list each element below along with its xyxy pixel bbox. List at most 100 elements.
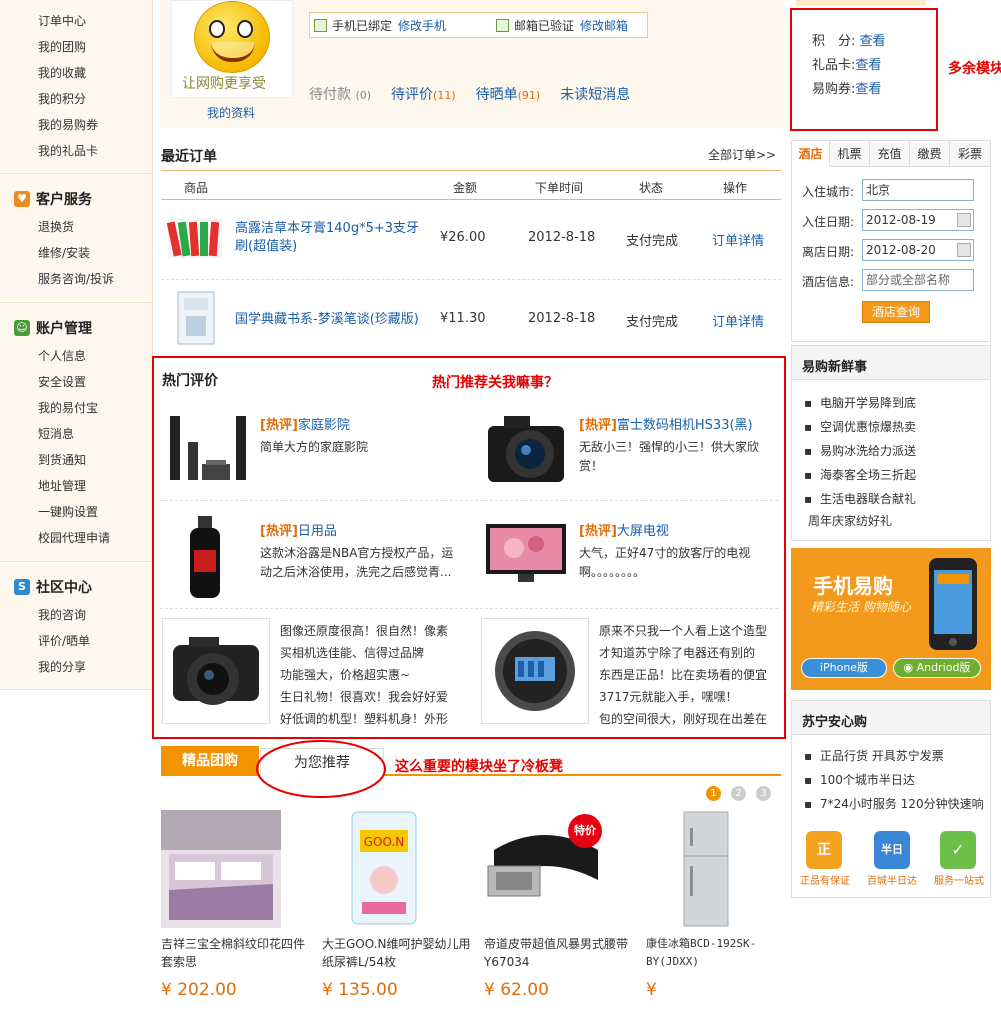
news-item[interactable]: ▪ 空调优惠惊爆热卖 [804,418,916,435]
camera-thumb [488,416,564,482]
pending-review[interactable]: 待评价(11) [391,84,456,104]
product-name[interactable]: 吉祥三宝全棉斜纹印花四件套索思 [161,935,311,971]
bedding-image [161,810,281,928]
book-thumb [177,291,215,345]
product-name[interactable]: 康佳冰箱BCD-192SK-BY(JDXX) [646,935,776,971]
page-dot-2[interactable]: 2 [731,786,746,801]
view-giftcard-link[interactable]: 查看 [855,58,881,73]
halfday-icon: 半日 [874,831,910,869]
order-price: ¥26.00 [440,230,486,245]
unread-messages[interactable]: 未读短消息 [560,84,630,104]
calendar-icon[interactable] [957,243,971,257]
order-product-link[interactable]: 高露洁草本牙膏140g*5+3支牙刷(超值装) [235,220,425,256]
review-product-image[interactable] [481,618,589,724]
checkin-input[interactable]: 2012-08-19 [862,209,974,231]
all-orders-link[interactable]: 全部订单>> [708,146,776,163]
hot-item-title[interactable]: [热评]日用品 [260,520,337,539]
recent-orders-title: 最近订单 [161,149,217,165]
news-promo-link[interactable]: 周年庆家纺好礼 [808,512,892,529]
nav-item-address[interactable]: 地址管理 [38,477,86,494]
page-dot-1[interactable]: 1 [706,786,721,801]
calendar-icon[interactable] [957,213,971,227]
change-phone-link[interactable]: 修改手机 [398,17,446,34]
email-status: 邮箱已验证 [514,18,575,33]
view-points-link[interactable]: 查看 [860,34,886,49]
hot-item-desc: 这款沐浴露是NBA官方授权产品，运动之后沐浴使用，洗完之后感觉青... [260,546,454,579]
nav-item-share[interactable]: 我的分享 [38,658,86,675]
news-item[interactable]: ▪ 电脑开学易降到底 [804,394,916,411]
tab-hotel[interactable]: 酒店 [792,141,830,167]
android-icon: ◉ [903,661,914,674]
view-coupon-link[interactable]: 查看 [855,82,881,97]
product-name[interactable]: 大王GOO.N维呵护婴幼儿用纸尿裤L/54枚 [322,935,472,971]
product-price: ¥ 202.00 [161,980,237,1000]
points-row: 积 分: 查看 [812,34,886,49]
review-text: 原来不只我一个人看上这个造型 才知道苏宁除了电器还有别的 东西是正品！比在卖场看… [599,624,768,726]
nav-item-favorites[interactable]: 我的收藏 [38,64,86,81]
checkout-label: 离店日期: [802,245,855,259]
assure-panel: 苏宁安心购 ▪ 正品行货 开具苏宁发票 ▪ 100个城市半日达 ▪ 7*24小时… [791,700,991,898]
nav-item-coupons[interactable]: 我的易购券 [38,116,98,133]
home-theater-thumb [170,416,246,480]
news-panel: 易购新鲜事 ▪ 电脑开学易降到底 ▪ 空调优惠惊爆热卖 ▪ 易购冰洗给力派送 ▪… [791,345,991,541]
nav-item-security[interactable]: 安全设置 [38,373,86,390]
avatar[interactable]: 让网购更享受 [171,0,293,98]
nav-item-messages[interactable]: 短消息 [38,425,74,442]
nav-item-profile[interactable]: 个人信息 [38,347,86,364]
nav-item-campus[interactable]: 校园代理申请 [38,529,110,546]
hot-item-title[interactable]: [热评]富士数码相机HS33(黑) [579,414,753,433]
iphone-button[interactable]: iPhone版 [801,658,887,678]
nav-item-review[interactable]: 评价/晒单 [38,632,90,649]
city-input[interactable]: 北京 [862,179,974,201]
checkout-input[interactable]: 2012-08-20 [862,239,974,261]
android-button[interactable]: ◉ Andriod版 [893,658,981,678]
nav-item-onekey[interactable]: 一键购设置 [38,503,98,520]
news-item[interactable]: ▪ 生活电器联合献礼 [804,490,916,507]
mobile-banner[interactable]: 手机易购 精彩生活 购物随心 iPhone版 ◉ Andriod版 [791,548,991,690]
tab-flight[interactable]: 机票 [830,141,870,167]
hot-item-title[interactable]: [热评]家庭影院 [260,414,350,433]
order-status-bar: 待付款 (0) 待评价(11) 待晒单(91) 未读短消息 [309,84,630,104]
order-product-link[interactable]: 国学典藏书系-梦溪笔谈(珍藏版) [235,311,425,329]
phone-icon [314,18,327,32]
col-amount: 金额 [453,181,478,195]
tab-group-buy[interactable]: 精品团购 [161,746,259,776]
my-profile-link[interactable]: 我的资料 [207,104,255,121]
tv-thumb [486,524,566,582]
nav-item-complaint[interactable]: 服务咨询/投诉 [38,270,114,287]
tab-bills[interactable]: 缴费 [910,141,950,167]
nav-item-consult[interactable]: 我的咨询 [38,606,86,623]
nav-item-group[interactable]: 我的团购 [38,38,86,55]
service-label: 服务一站式 [934,876,984,887]
tab-recharge[interactable]: 充值 [870,141,910,167]
pending-payment[interactable]: 待付款 (0) [309,84,371,104]
news-item[interactable]: ▪ 易购冰洗给力派送 [804,442,916,459]
nav-item-orders[interactable]: 订单中心 [38,12,86,29]
points-tab-edge [796,0,926,6]
nav-item-epay[interactable]: 我的易付宝 [38,399,98,416]
nav-item-giftcards[interactable]: 我的礼品卡 [38,142,98,159]
speaker-icon [495,631,575,711]
nav-item-points[interactable]: 我的积分 [38,90,86,107]
mobile-slogan: 精彩生活 购物随心 [811,600,911,614]
hot-item-title[interactable]: [热评]大屏电视 [579,520,669,539]
change-email-link[interactable]: 修改邮箱 [580,17,628,34]
hotel-input[interactable]: 部分或全部名称 [862,269,974,291]
pending-showcase[interactable]: 待晒单(91) [476,84,541,104]
hotel-search-button[interactable]: 酒店查询 [862,301,930,323]
page-dot-3[interactable]: 3 [756,786,771,801]
order-detail-link[interactable]: 订单详情 [712,311,764,330]
tab-lottery[interactable]: 彩票 [950,141,990,167]
nav-item-returns[interactable]: 退换货 [38,218,74,235]
product-name[interactable]: 帝道皮带超值风暴男式腰带Y67034 [484,935,634,971]
order-detail-link[interactable]: 订单详情 [712,230,764,249]
order-date: 2012-8-18 [528,230,596,245]
nav-section-service: ♥ 客户服务 [14,189,92,209]
news-item[interactable]: ▪ 海泰客全场三折起 [804,466,916,483]
order-status: 支付完成 [626,315,679,330]
review-product-image[interactable] [162,618,270,724]
avatar-slogan: 让网购更享受 [182,76,266,92]
nav-item-arrival[interactable]: 到货通知 [38,451,86,468]
nav-item-repair[interactable]: 维修/安装 [38,244,90,261]
fridge-image [683,811,729,927]
